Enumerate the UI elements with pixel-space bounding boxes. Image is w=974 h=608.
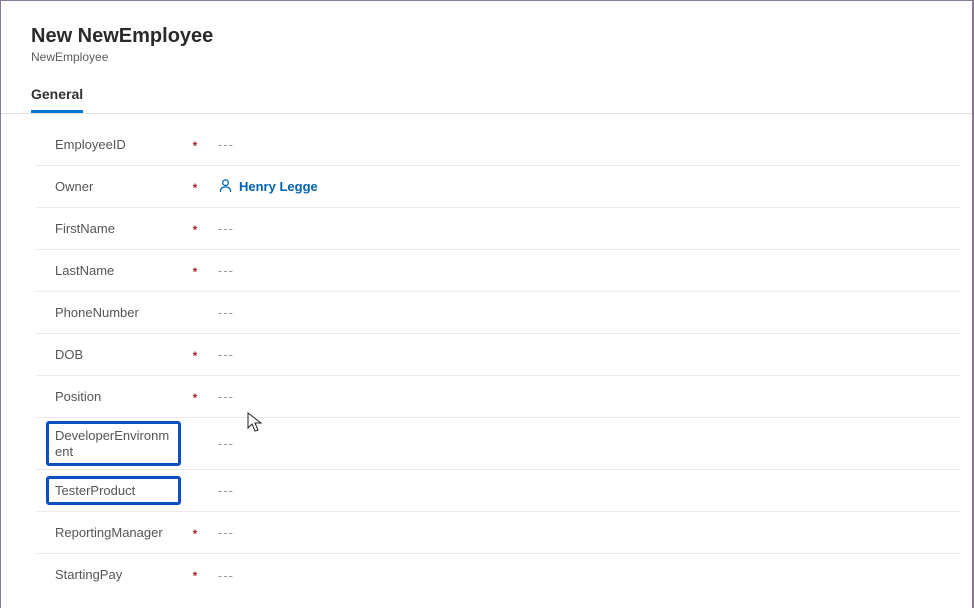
label-firstname: FirstName — [35, 215, 180, 243]
form-general: EmployeeID * --- Owner * Henry Legge Fir… — [1, 114, 972, 596]
input-phonenumber[interactable]: --- — [210, 299, 960, 326]
placeholder-text: --- — [218, 483, 234, 498]
required-blank — [180, 312, 210, 314]
page-subtitle: NewEmployee — [31, 50, 972, 64]
field-row-employeeid: EmployeeID * --- — [35, 124, 960, 166]
owner-name: Henry Legge — [239, 179, 318, 194]
field-row-dob: DOB * --- — [35, 334, 960, 376]
placeholder-text: --- — [218, 568, 234, 583]
input-owner[interactable]: Henry Legge — [210, 172, 960, 202]
field-row-developerenvironment: DeveloperEnvironment --- — [35, 418, 960, 470]
label-testerproduct: TesterProduct — [47, 477, 180, 505]
required-mark: * — [180, 389, 210, 405]
person-icon — [218, 178, 233, 196]
label-owner: Owner — [35, 173, 180, 201]
required-mark: * — [180, 347, 210, 363]
required-blank — [180, 443, 210, 445]
placeholder-text: --- — [218, 221, 234, 236]
page-header: New NewEmployee NewEmployee — [1, 25, 972, 64]
required-mark: * — [180, 525, 210, 541]
input-firstname[interactable]: --- — [210, 215, 960, 242]
label-startingpay: StartingPay — [35, 561, 180, 589]
page-title: New NewEmployee — [31, 25, 972, 48]
label-phonenumber: PhoneNumber — [35, 299, 180, 327]
required-mark: * — [180, 263, 210, 279]
input-position[interactable]: --- — [210, 383, 960, 410]
field-row-reportingmanager: ReportingManager * --- — [35, 512, 960, 554]
field-row-firstname: FirstName * --- — [35, 208, 960, 250]
placeholder-text: --- — [218, 436, 234, 451]
label-dob: DOB — [35, 341, 180, 369]
placeholder-text: --- — [218, 263, 234, 278]
input-dob[interactable]: --- — [210, 341, 960, 368]
required-blank — [180, 490, 210, 492]
field-row-phonenumber: PhoneNumber --- — [35, 292, 960, 334]
label-developerenvironment: DeveloperEnvironment — [47, 422, 180, 465]
required-mark: * — [180, 221, 210, 237]
input-developerenvironment[interactable]: --- — [210, 430, 960, 457]
placeholder-text: --- — [218, 305, 234, 320]
field-row-lastname: LastName * --- — [35, 250, 960, 292]
field-row-position: Position * --- — [35, 376, 960, 418]
required-mark: * — [180, 179, 210, 195]
input-reportingmanager[interactable]: --- — [210, 519, 960, 546]
required-mark: * — [180, 567, 210, 583]
tab-strip: General — [1, 80, 972, 114]
field-row-startingpay: StartingPay * --- — [35, 554, 960, 596]
input-startingpay[interactable]: --- — [210, 562, 960, 589]
placeholder-text: --- — [218, 347, 234, 362]
owner-lookup-value[interactable]: Henry Legge — [218, 178, 318, 196]
label-position: Position — [35, 383, 180, 411]
field-row-owner: Owner * Henry Legge — [35, 166, 960, 208]
label-reportingmanager: ReportingManager — [35, 519, 180, 547]
input-lastname[interactable]: --- — [210, 257, 960, 284]
form-page: New NewEmployee NewEmployee General Empl… — [0, 0, 974, 608]
input-employeeid[interactable]: --- — [210, 131, 960, 158]
field-row-testerproduct: TesterProduct --- — [35, 470, 960, 512]
label-employeeid: EmployeeID — [35, 131, 180, 159]
placeholder-text: --- — [218, 389, 234, 404]
placeholder-text: --- — [218, 137, 234, 152]
input-testerproduct[interactable]: --- — [210, 477, 960, 504]
tab-general[interactable]: General — [31, 80, 83, 113]
placeholder-text: --- — [218, 525, 234, 540]
required-mark: * — [180, 137, 210, 153]
label-lastname: LastName — [35, 257, 180, 285]
